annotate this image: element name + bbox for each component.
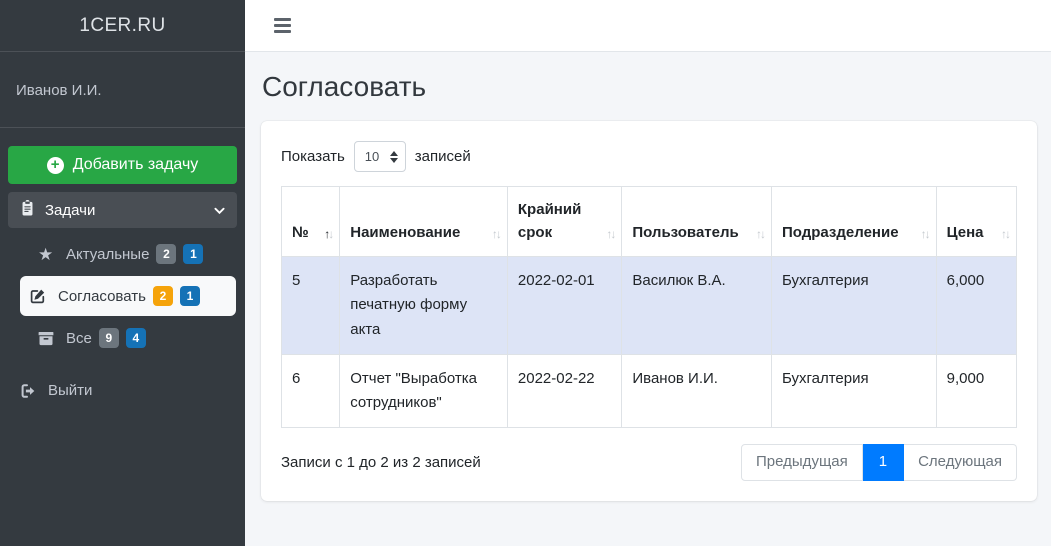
table-card: Показать 10 записей № ↑↓ Наименование [261, 121, 1037, 501]
sidebar-item-logout-label: Выйти [48, 382, 92, 399]
user-name: Иванов И.И. [16, 82, 102, 99]
cell-user: Василюк В.А. [622, 257, 772, 355]
select-stepper-icon [390, 151, 398, 163]
column-header-number[interactable]: № ↑↓ [282, 187, 340, 257]
star-icon: ★ [38, 246, 66, 263]
badge-count-blue: 1 [180, 286, 200, 306]
entries-label: записей [415, 148, 471, 165]
pagination: Предыдущая 1 Следующая [741, 444, 1017, 481]
user-panel: Иванов И.И. [0, 52, 245, 128]
sidebar-item-approve[interactable]: Согласовать 2 1 [20, 276, 236, 316]
hamburger-menu-icon[interactable] [270, 14, 295, 36]
table-header-row: № ↑↓ Наименование ↑↓ Крайний срок ↑↓ П [282, 187, 1017, 257]
add-task-button[interactable]: + Добавить задачу [8, 146, 237, 184]
table-footer: Записи с 1 до 2 из 2 записей Предыдущая … [281, 444, 1017, 481]
sidebar-item-actual-label: Актуальные [66, 246, 149, 263]
cell-user: Иванов И.И. [622, 354, 772, 428]
cell-price: 9,000 [936, 354, 1016, 428]
column-header-name[interactable]: Наименование ↑↓ [340, 187, 508, 257]
cell-department: Бухгалтерия [771, 354, 936, 428]
sort-icon[interactable]: ↑↓ [324, 225, 334, 243]
edit-icon [30, 288, 58, 304]
content: Согласовать Показать 10 записей № ↑↓ [245, 52, 1051, 546]
sidebar: 1CER.RU Иванов И.И. + Добавить задачу За… [0, 0, 245, 546]
sort-icon[interactable]: ↑↓ [756, 225, 766, 243]
sidebar-item-tasks-label: Задачи [45, 202, 204, 219]
sidebar-item-tasks[interactable]: Задачи [8, 192, 237, 228]
cell-deadline: 2022-02-01 [507, 257, 621, 355]
plus-circle-icon: + [47, 157, 64, 174]
records-info: Записи с 1 до 2 из 2 записей [281, 454, 481, 471]
table-row[interactable]: 6 Отчет "Выработка сотрудников" 2022-02-… [282, 354, 1017, 428]
sort-icon[interactable]: ↑↓ [1001, 225, 1011, 243]
cell-name: Разработать печатную форму акта [340, 257, 508, 355]
add-task-label: Добавить задачу [73, 156, 199, 174]
table-row[interactable]: 5 Разработать печатную форму акта 2022-0… [282, 257, 1017, 355]
sidebar-item-all-label: Все [66, 330, 92, 347]
chevron-down-icon [214, 202, 225, 219]
show-label: Показать [281, 148, 345, 165]
page-title: Согласовать [262, 71, 1037, 103]
archive-box-icon [38, 331, 66, 346]
sidebar-item-approve-label: Согласовать [58, 288, 146, 305]
clipboard-icon [20, 200, 35, 220]
logout-icon [20, 383, 48, 399]
sidebar-item-all[interactable]: Все 9 4 [0, 322, 245, 354]
badge-count-gray: 9 [99, 328, 119, 348]
page-length-select[interactable]: 10 [354, 141, 406, 172]
sidebar-item-logout[interactable]: Выйти [0, 376, 245, 405]
pagination-page-1-button[interactable]: 1 [863, 444, 904, 481]
badge-count-blue: 4 [126, 328, 146, 348]
sort-icon[interactable]: ↑↓ [606, 225, 616, 243]
cell-department: Бухгалтерия [771, 257, 936, 355]
column-header-department[interactable]: Подразделение ↑↓ [771, 187, 936, 257]
cell-number: 6 [282, 354, 340, 428]
pagination-previous-button[interactable]: Предыдущая [741, 444, 863, 481]
badge-count-gray: 2 [156, 244, 176, 264]
page-length-control: Показать 10 записей [281, 141, 1017, 172]
badge-count-orange: 2 [153, 286, 173, 306]
sort-icon[interactable]: ↑↓ [492, 225, 502, 243]
cell-deadline: 2022-02-22 [507, 354, 621, 428]
cell-name: Отчет "Выработка сотрудников" [340, 354, 508, 428]
sidebar-submenu: ★ Актуальные 2 1 Согласовать 2 1 [0, 238, 245, 405]
topbar [245, 0, 1051, 52]
sidebar-item-actual[interactable]: ★ Актуальные 2 1 [0, 238, 245, 270]
cell-price: 6,000 [936, 257, 1016, 355]
tasks-table: № ↑↓ Наименование ↑↓ Крайний срок ↑↓ П [281, 186, 1017, 428]
pagination-next-button[interactable]: Следующая [904, 444, 1017, 481]
page-length-value: 10 [365, 149, 379, 164]
main-area: Согласовать Показать 10 записей № ↑↓ [245, 0, 1051, 546]
cell-number: 5 [282, 257, 340, 355]
column-header-deadline[interactable]: Крайний срок ↑↓ [507, 187, 621, 257]
column-header-user[interactable]: Пользователь ↑↓ [622, 187, 772, 257]
brand-logo[interactable]: 1CER.RU [0, 0, 245, 52]
column-header-price[interactable]: Цена ↑↓ [936, 187, 1016, 257]
badge-count-blue: 1 [183, 244, 203, 264]
sort-icon[interactable]: ↑↓ [921, 225, 931, 243]
